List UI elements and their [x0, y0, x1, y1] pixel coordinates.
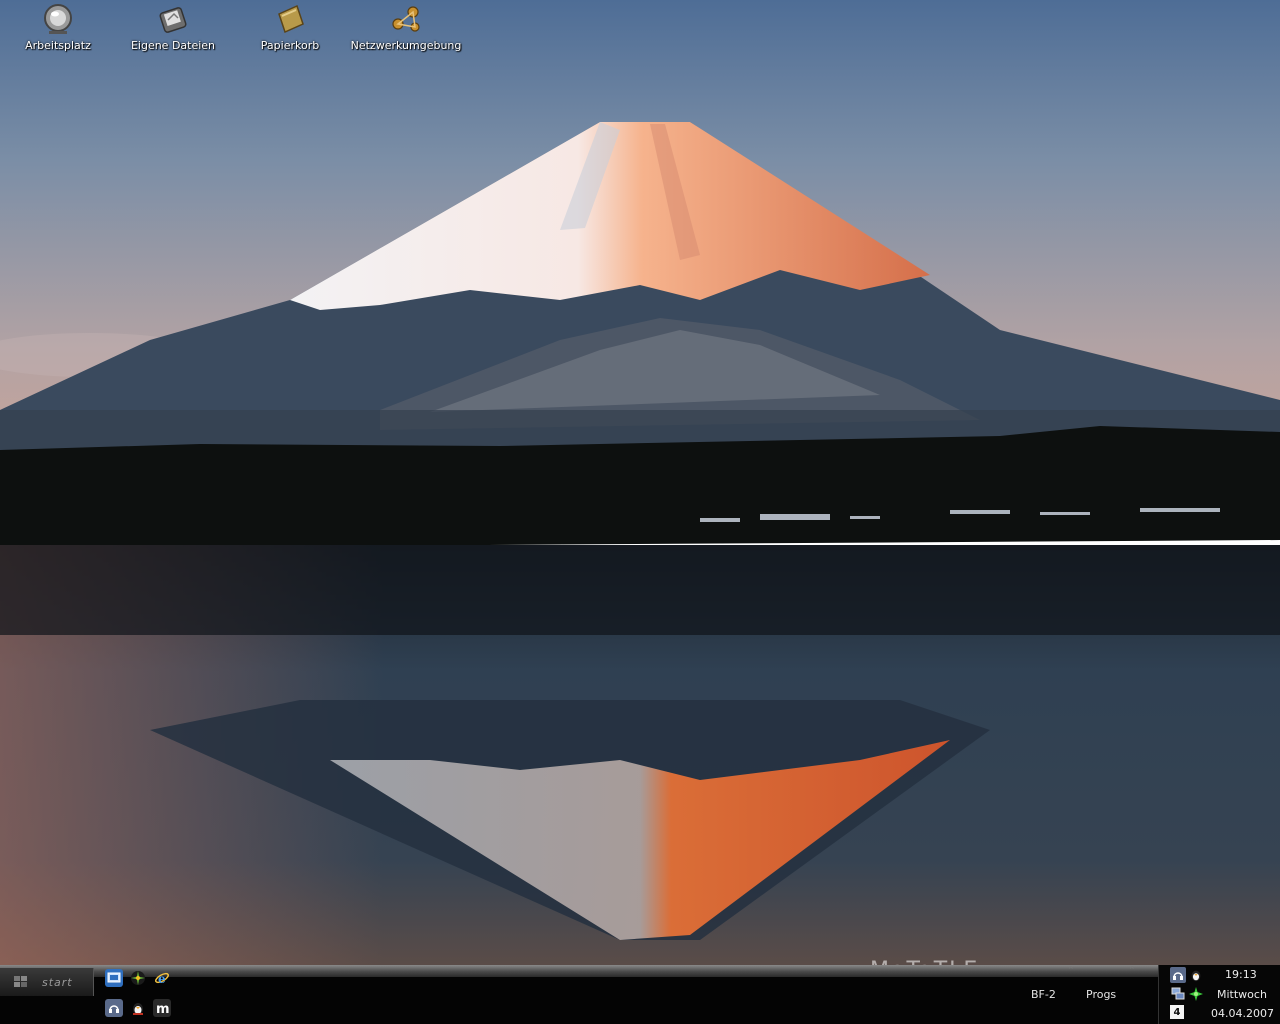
toolbar-progs[interactable]: Progs — [1086, 988, 1116, 1001]
show-desktop-icon — [107, 972, 121, 983]
toolbar-bf2[interactable]: BF-2 — [1031, 988, 1056, 1001]
windows-logo-icon — [14, 976, 27, 987]
internet-explorer-icon: e — [155, 972, 169, 986]
clock-time[interactable]: 19:13 — [1225, 968, 1257, 981]
colorful-app-icon — [131, 971, 145, 985]
my-computer-icon — [44, 4, 72, 34]
taskbar: start e m ⌃ ⌃ BF-2 Progs 4 19:13 Mittwoc… — [0, 965, 1280, 1024]
messenger-tray-icon — [1191, 970, 1201, 982]
desktop-wallpaper — [0, 0, 1280, 965]
desktop-icon-label: Eigene Dateien — [130, 39, 216, 52]
tray-network[interactable] — [1170, 986, 1186, 1002]
network-tray-icon — [1171, 987, 1185, 1000]
m-app-icon: m — [156, 1002, 169, 1015]
quick-launch-colorful-app[interactable] — [129, 969, 147, 987]
quick-launch-show-desktop[interactable] — [105, 969, 123, 987]
desktop-icon-label: Papierkorb — [260, 39, 320, 52]
messenger-icon — [133, 1003, 143, 1015]
network-places-icon — [392, 6, 420, 32]
desktop-icon-recycle-bin[interactable]: Papierkorb — [235, 0, 345, 58]
quick-launch-internet-explorer[interactable]: e — [153, 969, 171, 987]
tray-calendar[interactable]: 4 — [1170, 1005, 1184, 1019]
tray-messenger[interactable] — [1188, 967, 1204, 983]
desktop-icon-label: Netzwerkumgebung — [350, 39, 462, 52]
svg-text:e: e — [158, 972, 166, 986]
headphones-app-icon — [109, 1005, 119, 1013]
headphones-tray-icon — [1173, 972, 1183, 980]
calendar-tray-icon: 4 — [1173, 1006, 1181, 1018]
green-star-tray-icon — [1189, 987, 1203, 1001]
svg-text:m: m — [156, 1002, 169, 1015]
quick-launch-messenger[interactable] — [129, 999, 147, 1017]
quick-launch-m-app[interactable]: m — [153, 999, 171, 1017]
taskbar-top-bevel — [0, 965, 1280, 977]
my-documents-icon — [159, 7, 187, 33]
start-label: start — [42, 975, 73, 989]
toolbar-expand-arrow[interactable]: ⌃ — [1067, 966, 1075, 976]
desktop-icon-network-places[interactable]: Netzwerkumgebung — [351, 0, 461, 58]
system-tray: 4 19:13 Mittwoch 04.04.2007 — [1158, 965, 1280, 1024]
clock-date: 04.04.2007 — [1211, 1007, 1274, 1020]
desktop-icon-my-documents[interactable]: Eigene Dateien — [118, 0, 228, 58]
quick-launch-headphones-app[interactable] — [105, 999, 123, 1017]
tray-green-star[interactable] — [1188, 986, 1204, 1002]
recycle-bin-icon — [278, 4, 304, 34]
desktop-icon-my-computer[interactable]: Arbeitsplatz — [3, 0, 113, 58]
desktop-icon-label: Arbeitsplatz — [25, 39, 91, 52]
tray-headphones[interactable] — [1170, 967, 1186, 983]
start-button[interactable]: start — [0, 968, 94, 996]
clock-weekday: Mittwoch — [1217, 988, 1267, 1001]
toolbar-expand-arrow[interactable]: ⌃ — [1128, 966, 1136, 976]
